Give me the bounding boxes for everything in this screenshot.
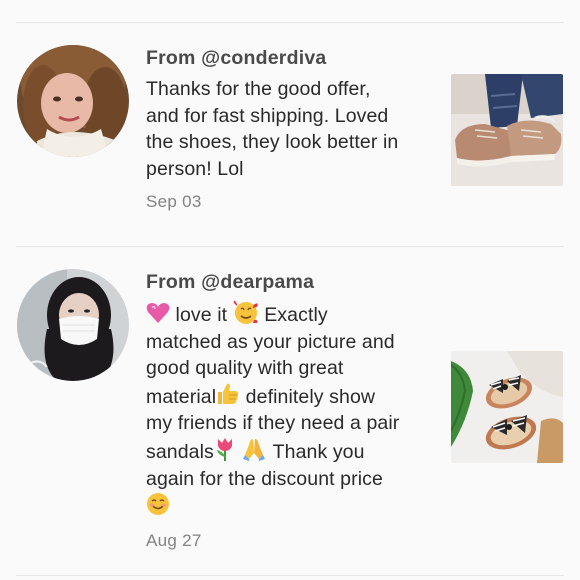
review-text-line: person! Lol <box>146 157 244 180</box>
review-photo[interactable] <box>451 351 563 463</box>
thumbs-up-icon <box>218 383 239 404</box>
avatar[interactable] <box>17 269 129 381</box>
review-text-line: again for the discount price <box>146 467 383 490</box>
review-body: From @conderdiva Thanks for the good off… <box>146 46 428 212</box>
tulip-icon <box>216 437 232 461</box>
avatar[interactable] <box>17 45 129 157</box>
review-text-segment: love it <box>170 304 233 326</box>
review-text: love it Exactly matched as your picture … <box>146 300 428 521</box>
review-body: From @dearpama love it Exactly matched a… <box>146 270 428 551</box>
review-text: Thanks for the good offer, and for fast … <box>146 76 428 182</box>
smiling-face-with-hearts-icon <box>233 300 258 324</box>
review-photo[interactable] <box>451 74 563 186</box>
review-text-segment: material <box>146 385 217 408</box>
review-text-line: matched as your picture and <box>146 330 395 353</box>
review-text-line: good quality with great <box>146 357 344 380</box>
divider <box>16 246 564 247</box>
review-date: Sep 03 <box>146 192 202 212</box>
review-text-segment: Exactly <box>258 304 328 326</box>
folded-hands-icon <box>243 438 266 461</box>
review-author[interactable]: From @dearpama <box>146 270 428 294</box>
review-text-segment: Thank you <box>267 440 365 463</box>
review-date: Aug 27 <box>146 530 202 550</box>
review-text-line: the shoes, they look better in <box>146 131 399 154</box>
review-text-line: Thanks for the good offer, <box>146 78 371 100</box>
review-text-segment: sandals <box>146 440 214 463</box>
avatar-photo-icon <box>17 269 129 381</box>
sandal-photo-icon <box>451 351 563 463</box>
review-text-line: my friends if they need a pair <box>146 412 400 435</box>
avatar-photo-icon <box>17 45 129 157</box>
review-text-line: and for fast shipping. Loved <box>146 104 389 127</box>
review-feed: From @conderdiva Thanks for the good off… <box>0 0 580 580</box>
review-author[interactable]: From @conderdiva <box>146 46 428 70</box>
review-text-segment: definitely show <box>240 385 376 408</box>
divider <box>16 22 564 23</box>
pink-heart-icon <box>146 303 170 323</box>
divider <box>16 575 564 576</box>
shoe-photo-icon <box>451 74 563 186</box>
smiling-face-icon <box>147 493 169 516</box>
